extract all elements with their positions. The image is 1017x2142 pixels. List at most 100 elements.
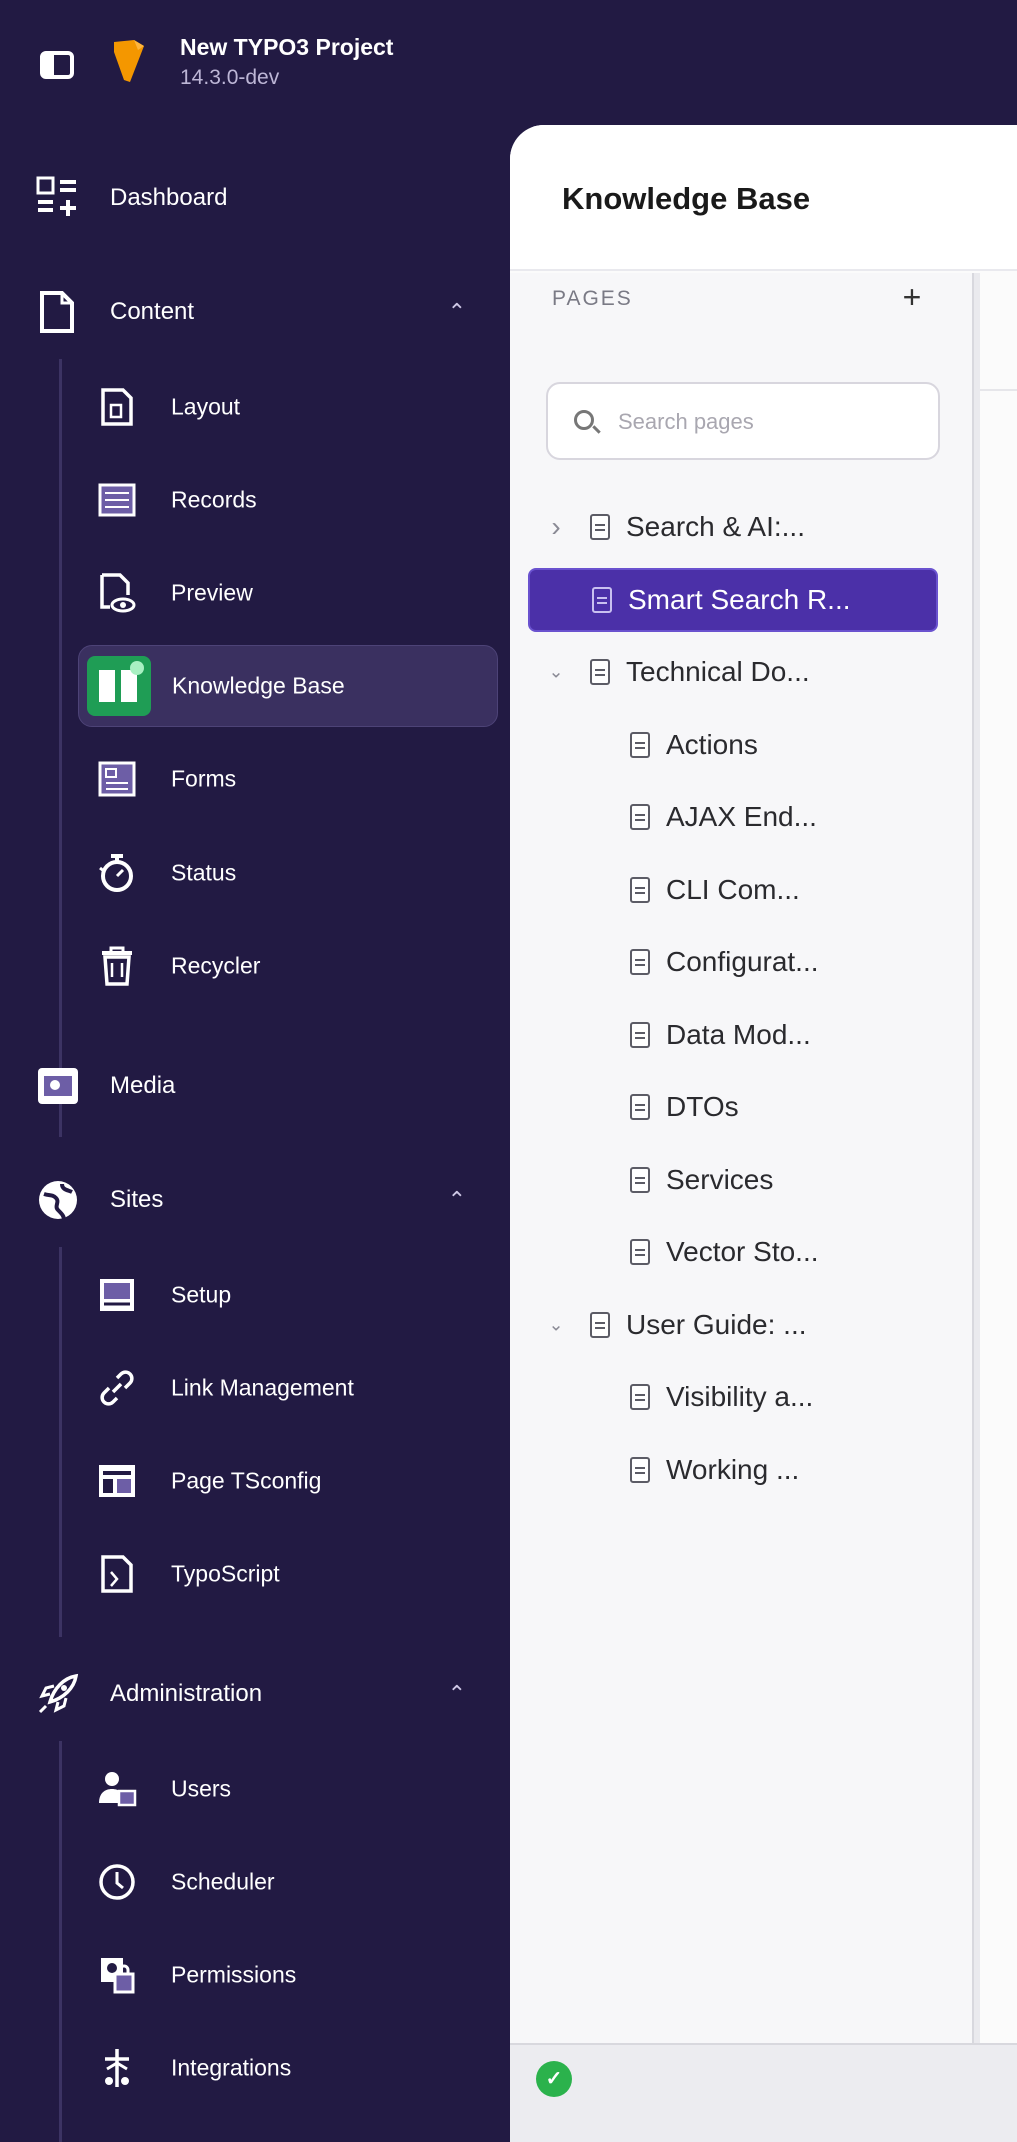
content-page-icon [34,288,82,336]
sidebar-item-label: TypoScript [171,1560,280,1587]
page-icon [590,1311,610,1338]
sidebar-item-status[interactable]: Status [78,832,498,914]
users-icon [94,1766,140,1812]
content-header [980,273,1017,391]
chevron-up-icon[interactable]: ⌃ [448,299,466,325]
sidebar-item-preview[interactable]: Preview [78,552,498,634]
top-bar: New TYPO3 Project 14.3.0-dev [0,0,1017,125]
preview-icon [94,570,140,616]
globe-icon [34,1176,82,1224]
page-icon [630,804,650,830]
sidebar-item-integrations[interactable]: Integrations [78,2027,498,2109]
add-page-button[interactable]: + [892,277,932,317]
main-panel: Knowledge Base PAGES + › Search & AI:... S… [510,125,1017,2142]
page-tree-label: Smart Search R... [628,583,851,615]
sidebar-item-setup[interactable]: Setup [78,1254,498,1336]
page-tree-label: Configurat... [666,946,819,977]
pages-caption: PAGES [552,287,633,310]
page-tree-label: Search & AI:... [626,511,805,542]
sidebar-item-label: Scheduler [171,1868,275,1895]
page-tree-row[interactable]: AJAX End... [538,785,958,849]
project-title: New TYPO3 Project [180,34,394,60]
page-tree-row[interactable]: Actions [538,713,958,777]
sidebar-item-label: Recycler [171,952,261,979]
sidebar-item-label: Media [110,1072,176,1099]
tree-guide-line [59,1741,62,2142]
sidebar-item-page-tsconfig[interactable]: Page TSconfig [78,1440,498,1522]
footer-bar: ✓ [510,2043,1017,2142]
recycler-bin-icon [94,943,140,989]
page-tree-row[interactable]: ⌄ User Guide: ... [538,1293,958,1357]
page-tree-row[interactable]: DTOs [538,1075,958,1139]
sidebar-item-label: Status [171,859,237,886]
page-tree-row[interactable]: › Search & AI:... [538,495,958,559]
sidebar-item-typoscript[interactable]: TypoScript [78,1533,498,1615]
chevron-right-icon[interactable]: › [546,511,566,543]
sidebar-item-label: Content [110,298,195,325]
chevron-down-icon[interactable]: ⌄ [546,662,566,683]
sidebar-item-label: Knowledge Base [172,672,345,699]
sidebar-item-dashboard[interactable]: Dashboard [0,151,510,245]
page-icon [592,586,612,613]
sidebar-item-administration[interactable]: Administration ⌃ [0,1647,510,1741]
page-tree-label: Data Mod... [666,1018,811,1050]
page-icon [590,514,610,540]
sidebar-item-users[interactable]: Users [78,1748,498,1830]
knowledge-base-icon [87,656,151,716]
sidebar-item-label: Sites [110,1186,164,1213]
search-input[interactable] [618,402,928,442]
chevron-down-icon[interactable]: ⌄ [546,1314,566,1335]
status-stopwatch-icon [94,850,140,896]
page-tree-row[interactable]: Smart Search R... [528,567,938,632]
sidebar: Dashboard Content ⌃ Layout Records Previ… [0,125,510,2142]
page-tree-row[interactable]: Visibility a... [538,1365,958,1429]
sidebar-item-label: Records [171,486,257,513]
sidebar-item-label: Permissions [171,1961,297,1988]
sidebar-item-layout[interactable]: Layout [78,366,498,448]
page-tree-label: Actions [666,728,758,760]
sidebar-item-content[interactable]: Content ⌃ [0,265,510,359]
page-tree-label: User Guide: ... [626,1308,807,1340]
sidebar-item-label: Users [171,1775,232,1802]
sidebar-item-sites[interactable]: Sites ⌃ [0,1153,510,1247]
chevron-up-icon[interactable]: ⌃ [448,1681,466,1707]
page-tree-row[interactable]: Vector Sto... [538,1220,958,1284]
rocket-icon [34,1670,82,1718]
page-tree-row[interactable]: Services [538,1148,958,1212]
page-tree-row[interactable]: Data Mod... [538,1003,958,1067]
page-tree-row[interactable]: CLI Com... [538,858,958,922]
page-tree-row[interactable]: Working ... [538,1438,958,1502]
dashboard-icon [34,174,82,222]
chevron-up-icon[interactable]: ⌃ [448,1187,466,1213]
sidebar-toggle-icon[interactable] [40,51,74,79]
link-icon [94,1365,140,1411]
page-tree-row[interactable]: ⌄ Technical Do... [538,640,958,704]
page-tree-label: Vector Sto... [666,1236,819,1267]
page-tree-row[interactable]: Configurat... [538,930,958,994]
page-icon [590,659,610,685]
sidebar-item-recycler[interactable]: Recycler [78,925,498,1007]
panel-resize-handle[interactable] [972,273,980,2043]
tree-guide-line [59,1247,62,1637]
page-search-box[interactable] [546,382,940,460]
sidebar-item-knowledge-base[interactable]: Knowledge Base [78,645,498,727]
page-tree-label: AJAX End... [666,801,817,832]
records-icon [94,477,140,523]
setup-icon [94,1272,140,1318]
sidebar-item-scheduler[interactable]: Scheduler [78,1841,498,1923]
page-icon [630,949,650,975]
sidebar-item-label: Preview [171,579,253,606]
sidebar-item-link-management[interactable]: Link Management [78,1347,498,1429]
page-tree-label: CLI Com... [666,873,800,905]
page-icon [630,1456,650,1483]
sidebar-item-permissions[interactable]: Permissions [78,1934,498,2016]
module-header: Knowledge Base [510,125,1017,271]
sidebar-item-forms[interactable]: Forms [78,738,498,820]
sidebar-item-records[interactable]: Records [78,459,498,541]
sidebar-item-label: Layout [171,393,241,420]
sidebar-item-media[interactable]: Media [0,1039,510,1133]
page-icon [630,731,650,758]
status-badge-icon[interactable]: ✓ [536,2061,572,2097]
page-tree-label: Working ... [666,1453,800,1485]
sidebar-item-label: Dashboard [110,184,228,211]
